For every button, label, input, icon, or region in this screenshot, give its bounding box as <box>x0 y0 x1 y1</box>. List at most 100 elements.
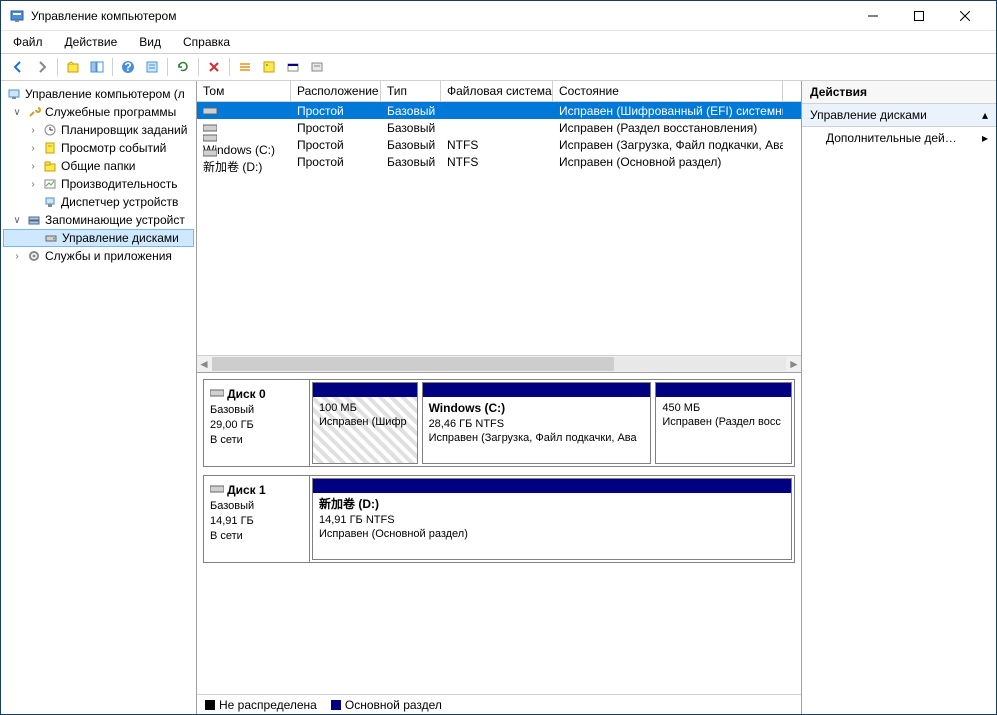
menu-file[interactable]: Файл <box>9 33 47 51</box>
collapse-icon[interactable]: ∨ <box>11 215 23 226</box>
actions-title: Действия <box>802 81 996 104</box>
cell-status: Исправен (Шифрованный (EFI) системнь <box>553 104 783 118</box>
refresh-button[interactable] <box>172 56 194 78</box>
folder-icon <box>42 158 58 174</box>
disk-info[interactable]: Диск 1Базовый14,91 ГБВ сети <box>204 476 310 562</box>
perf-icon <box>42 176 58 192</box>
expand-icon[interactable]: › <box>27 161 39 172</box>
tree-diskmgmt[interactable]: Управление дисками <box>3 229 194 247</box>
actions-more-label: Дополнительные дей… <box>826 131 957 145</box>
close-button[interactable] <box>942 1 988 31</box>
up-button[interactable] <box>62 56 84 78</box>
cell-layout: Простой <box>291 155 381 169</box>
tree-eventviewer[interactable]: › Просмотр событий <box>3 139 194 157</box>
tree-shared[interactable]: › Общие папки <box>3 157 194 175</box>
disk-graphical-area[interactable]: Диск 0Базовый29,00 ГБВ сети100 МБИсправе… <box>197 373 801 694</box>
cell-type: Базовый <box>381 104 441 118</box>
forward-button[interactable] <box>31 56 53 78</box>
properties-button[interactable] <box>141 56 163 78</box>
device-icon <box>42 194 58 210</box>
svg-text:?: ? <box>124 60 131 74</box>
window-title: Управление компьютером <box>31 9 850 23</box>
tree-label: Производительность <box>61 177 177 191</box>
expand-icon[interactable]: › <box>27 179 39 190</box>
menu-help[interactable]: Справка <box>179 33 234 51</box>
tree-perf[interactable]: › Производительность <box>3 175 194 193</box>
back-button[interactable] <box>7 56 29 78</box>
volume-table: ТомРасположениеТипФайловая системаСостоя… <box>197 81 801 373</box>
minimize-button[interactable] <box>850 1 896 31</box>
cell-volume: 新加卷 (D:) <box>197 148 291 175</box>
column-header-volume[interactable]: Том <box>197 81 291 101</box>
cell-layout: Простой <box>291 104 381 118</box>
horizontal-scrollbar[interactable]: ◄ ► <box>197 355 801 372</box>
center-pane: ТомРасположениеТипФайловая системаСостоя… <box>197 81 802 714</box>
collapse-icon[interactable]: ∨ <box>11 107 23 118</box>
show-hide-tree-button[interactable] <box>86 56 108 78</box>
volume-table-body[interactable]: ПростойБазовыйИсправен (Шифрованный (EFI… <box>197 102 801 355</box>
tree-label: Планировщик заданий <box>61 123 187 137</box>
settings-button[interactable] <box>306 56 328 78</box>
partition[interactable]: 450 МБИсправен (Раздел восс <box>655 382 792 464</box>
actions-section-label: Управление дисками <box>810 108 927 122</box>
delete-button[interactable] <box>203 56 225 78</box>
storage-icon <box>26 212 42 228</box>
gear-icon <box>26 248 42 264</box>
partition[interactable]: 新加卷 (D:)14,91 ГБ NTFSИсправен (Основной … <box>312 478 792 560</box>
list-view-button[interactable] <box>234 56 256 78</box>
cell-type: Базовый <box>381 138 441 152</box>
cell-volume <box>197 123 291 133</box>
cell-status: Исправен (Загрузка, Файл подкачки, Ава <box>553 138 783 152</box>
expand-icon[interactable]: › <box>27 143 39 154</box>
nav-tree[interactable]: Управление компьютером (л ∨ Служебные пр… <box>1 81 197 714</box>
partition[interactable]: 100 МБИсправен (Шифр <box>312 382 418 464</box>
actions-more[interactable]: Дополнительные дей… ▸ <box>802 127 996 149</box>
volume-table-header: ТомРасположениеТипФайловая системаСостоя… <box>197 81 801 102</box>
tree-scheduler[interactable]: › Планировщик заданий <box>3 121 194 139</box>
actions-section[interactable]: Управление дисками ▴ <box>802 104 996 127</box>
column-header-type[interactable]: Тип <box>381 81 441 101</box>
graphical-view-button[interactable] <box>282 56 304 78</box>
volume-row[interactable]: ПростойБазовый Исправен (Шифрованный (EFI… <box>197 102 801 119</box>
app-icon <box>9 8 25 24</box>
partition[interactable]: Windows (C:)28,46 ГБ NTFSИсправен (Загру… <box>422 382 652 464</box>
maximize-button[interactable] <box>896 1 942 31</box>
tree-root[interactable]: Управление компьютером (л <box>3 85 194 103</box>
detail-view-button[interactable] <box>258 56 280 78</box>
expand-icon[interactable]: › <box>27 125 39 136</box>
disk-block: Диск 0Базовый29,00 ГБВ сети100 МБИсправе… <box>203 379 795 467</box>
column-header-fs[interactable]: Файловая система <box>441 81 553 101</box>
tree-label: Служебные программы <box>45 105 176 119</box>
tree-label: Общие папки <box>61 159 135 173</box>
help-button[interactable]: ? <box>117 56 139 78</box>
cell-type: Базовый <box>381 121 441 135</box>
disk-info[interactable]: Диск 0Базовый29,00 ГБВ сети <box>204 380 310 466</box>
cell-layout: Простой <box>291 121 381 135</box>
tools-icon <box>26 104 42 120</box>
disk-icon <box>43 230 59 246</box>
menu-action[interactable]: Действие <box>61 33 122 51</box>
tree-devmgr[interactable]: Диспетчер устройств <box>3 193 194 211</box>
column-header-layout[interactable]: Расположение <box>291 81 381 101</box>
cell-volume <box>197 106 291 116</box>
volume-row[interactable]: 新加卷 (D:)ПростойБазовыйNTFSИсправен (Осно… <box>197 153 801 170</box>
clock-icon <box>42 122 58 138</box>
tree-tools[interactable]: ∨ Служебные программы <box>3 103 194 121</box>
collapse-icon: ▴ <box>982 108 988 122</box>
expand-icon[interactable]: › <box>11 251 23 262</box>
main-area: Управление компьютером (л ∨ Служебные пр… <box>1 81 996 714</box>
legend-unallocated: Не распределена <box>205 698 317 712</box>
legend-primary: Основной раздел <box>331 698 442 712</box>
tree-label: Диспетчер устройств <box>61 195 178 209</box>
menu-view[interactable]: Вид <box>135 33 165 51</box>
tree-services[interactable]: › Службы и приложения <box>3 247 194 265</box>
cell-layout: Простой <box>291 138 381 152</box>
menubar: Файл Действие Вид Справка <box>1 31 996 53</box>
computer-icon <box>6 86 22 102</box>
tree-label: Запоминающие устройст <box>45 213 185 227</box>
tree-storage[interactable]: ∨ Запоминающие устройст <box>3 211 194 229</box>
tree-label: Управление дисками <box>62 231 179 245</box>
column-header-status[interactable]: Состояние <box>553 81 783 101</box>
event-icon <box>42 140 58 156</box>
tree-label: Службы и приложения <box>45 249 172 263</box>
